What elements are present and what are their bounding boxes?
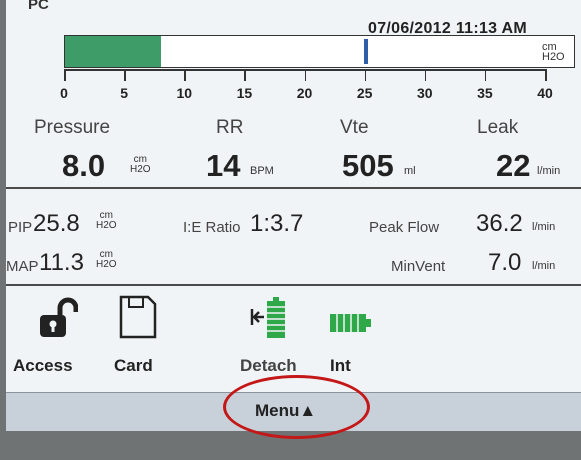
- leak-value: 22: [496, 148, 531, 183]
- vte-unit: ml: [404, 165, 416, 177]
- axis-tick-label: 5: [120, 85, 129, 101]
- peak-flow-unit: l/min: [532, 221, 556, 233]
- peak-flow-value: 36.2: [476, 210, 523, 237]
- rr-label: RR: [216, 117, 244, 138]
- axis-tick: [364, 69, 367, 81]
- card-button[interactable]: Card: [110, 295, 170, 384]
- rr-value: 14: [206, 148, 241, 183]
- pressure-unit: cm H2O: [130, 154, 151, 175]
- axis-tick-label: 10: [176, 85, 193, 101]
- map-label: MAP: [6, 258, 39, 275]
- detach-label: Detach: [240, 356, 297, 375]
- access-label: Access: [13, 356, 73, 375]
- int-battery-button[interactable]: Int: [326, 296, 386, 384]
- vte-label: Vte: [340, 117, 369, 138]
- card-label: Card: [114, 356, 153, 375]
- map-unit: cm H2O: [96, 249, 117, 270]
- axis-tick: [184, 69, 186, 81]
- ie-ratio-label: I:E Ratio: [183, 219, 241, 236]
- axis-tick-label: 0: [60, 85, 68, 101]
- int-label: Int: [330, 356, 351, 375]
- pressure-bar-unit: cm H2O: [542, 41, 565, 63]
- peak-flow-label: Peak Flow: [369, 219, 440, 236]
- axis-tick: [304, 69, 306, 81]
- pressure-value: 8.0: [62, 148, 106, 183]
- mode-label: PC: [28, 0, 49, 13]
- axis-tick: [424, 69, 427, 81]
- vte-value: 505: [342, 148, 394, 183]
- axis-tick-label: 15: [236, 85, 253, 101]
- ie-ratio-value: 1:3.7: [250, 210, 304, 237]
- axis-tick-label: 20: [296, 85, 313, 101]
- unlocked-padlock-icon: [40, 297, 78, 337]
- axis-tick: [124, 69, 126, 81]
- annotation-circle: [223, 375, 370, 439]
- pressure-bar-fill: [65, 36, 161, 67]
- pip-value: 25.8: [33, 210, 80, 237]
- min-vent-value: 7.0: [488, 249, 522, 276]
- pressure-label: Pressure: [34, 117, 111, 138]
- min-vent-unit: l/min: [532, 260, 556, 272]
- axis-tick: [64, 69, 66, 81]
- axis-tick: [244, 69, 246, 81]
- axis-tick-label: 25: [356, 85, 373, 101]
- internal-battery-icon: [330, 314, 371, 332]
- ventilator-screen: PC 07/06/2012 11:13 AM cm H2O 0 5 10 15 20 25…: [6, 0, 581, 431]
- pressure-bar: [64, 35, 575, 68]
- sd-card-icon: [119, 295, 157, 339]
- axis-tick-label: 40: [537, 85, 553, 101]
- axis-tick: [545, 69, 547, 81]
- divider-bottom: [6, 284, 581, 286]
- min-vent-label: MinVent: [391, 258, 446, 275]
- axis-tick: [484, 69, 487, 81]
- pip-unit: cm H2O: [96, 210, 117, 231]
- pressure-bar-marker: [364, 39, 369, 64]
- axis-tick-label: 35: [477, 85, 493, 101]
- leak-label: Leak: [477, 117, 519, 138]
- divider-top: [6, 187, 581, 189]
- leak-unit: l/min: [537, 165, 561, 177]
- map-value: 11.3: [39, 249, 84, 276]
- rr-unit: BPM: [250, 165, 274, 177]
- axis-tick-label: 30: [416, 85, 433, 101]
- access-button[interactable]: Access: [13, 296, 90, 384]
- detach-button[interactable]: Detach: [240, 296, 308, 384]
- pip-label: PIP: [8, 219, 33, 236]
- detach-battery-icon: [250, 297, 285, 338]
